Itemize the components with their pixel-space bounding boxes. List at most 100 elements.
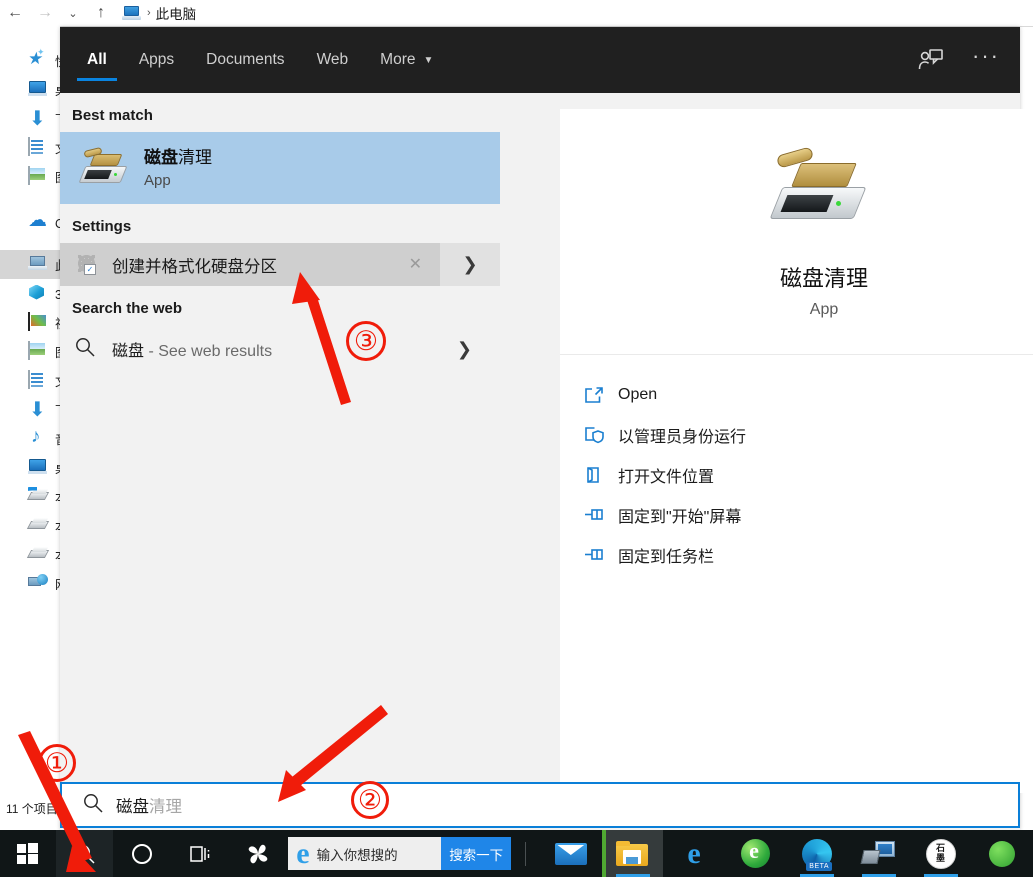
tree-item-local-disk-e[interactable]: 本地磁盘 (E:) bbox=[0, 540, 60, 569]
taskbar: e 输入你想搜的 搜索一下 e BETA 石 墨 bbox=[0, 830, 1033, 877]
tree-item-documents-2[interactable]: 文档 bbox=[0, 366, 60, 395]
ie-search-box[interactable]: e 输入你想搜的 bbox=[288, 837, 442, 870]
chevron-right-icon[interactable]: ❯ bbox=[457, 339, 472, 360]
explorer-navigation-pane[interactable]: 快速访问 桌面 下载 文档 图片 OneDrive 此电脑 bbox=[0, 32, 60, 822]
downloads-icon bbox=[28, 109, 50, 129]
tree-item-desktop[interactable]: 桌面 bbox=[0, 75, 60, 104]
taskbar-devices-app[interactable] bbox=[848, 830, 910, 877]
tree-item-local-disk-d[interactable]: 本地磁盘 (D:) bbox=[0, 511, 60, 540]
search-icon bbox=[74, 336, 104, 363]
best-match-title-rest: 清理 bbox=[178, 148, 212, 168]
cortana-icon bbox=[132, 843, 153, 864]
ie-search-placeholder: 输入你想搜的 bbox=[316, 847, 398, 863]
taskbar-green-browser-app[interactable] bbox=[725, 830, 787, 877]
web-query: 磁盘 bbox=[112, 343, 145, 360]
action-open[interactable]: Open bbox=[560, 375, 1033, 415]
taskbar-mail-app[interactable] bbox=[540, 830, 602, 877]
task-view-icon bbox=[190, 845, 210, 862]
tree-item-onedrive[interactable]: OneDrive bbox=[0, 209, 60, 238]
annotation-marker-2: ② bbox=[351, 781, 389, 819]
ie-search-button[interactable]: 搜索一下 bbox=[441, 837, 511, 870]
cortana-button[interactable] bbox=[113, 830, 171, 877]
tree-item-music[interactable]: 音乐 bbox=[0, 424, 60, 453]
action-pin-to-start[interactable]: 固定到"开始"屏幕 bbox=[560, 495, 1033, 535]
explorer-navigation-bar: ← → ⌄ ↑ › 此电脑 bbox=[0, 0, 1033, 26]
search-input[interactable]: 磁盘清理 bbox=[60, 782, 1020, 828]
tree-item-downloads[interactable]: 下载 bbox=[0, 104, 60, 133]
taskbar-green-app-edge[interactable] bbox=[971, 830, 1033, 877]
taskbar-shimo-app[interactable]: 石 墨 bbox=[910, 830, 972, 877]
tab-label: All bbox=[87, 51, 107, 68]
downloads-icon bbox=[28, 400, 50, 420]
pictures-icon bbox=[28, 340, 50, 362]
explorer-status-bar: 11 个项目 bbox=[6, 802, 58, 816]
taskbar-edge-beta-app[interactable]: BETA bbox=[786, 830, 848, 877]
action-label: 固定到"开始"屏幕 bbox=[618, 509, 742, 526]
tab-label: Apps bbox=[138, 51, 175, 68]
drive-icon bbox=[26, 545, 50, 565]
settings-item-label: 创建并格式化硬盘分区 bbox=[112, 257, 277, 276]
taskbar-search-button[interactable] bbox=[55, 830, 114, 877]
shimo-label-bottom: 墨 bbox=[936, 852, 946, 863]
tree-item-quick-access[interactable]: 快速访问 bbox=[0, 46, 60, 75]
back-button[interactable]: ← bbox=[0, 1, 30, 25]
3d-objects-icon bbox=[28, 284, 50, 304]
tree-item-downloads-2[interactable]: 下载 bbox=[0, 395, 60, 424]
annotation-marker-1: ① bbox=[38, 744, 76, 782]
web-suffix: - See web results bbox=[144, 343, 273, 360]
action-pin-to-taskbar[interactable]: 固定到任务栏 bbox=[560, 535, 1033, 575]
pinwheel-app-button[interactable] bbox=[229, 830, 289, 877]
preview-subtitle: App bbox=[809, 300, 839, 318]
annotation-marker-3: ③ bbox=[346, 321, 386, 361]
tree-item-pictures[interactable]: 图片 bbox=[0, 162, 60, 191]
preview-title: 磁盘清理 bbox=[779, 265, 868, 291]
web-result-item[interactable]: 磁盘 - See web results ❯ bbox=[60, 325, 500, 373]
settings-result-item[interactable]: ✓ 创建并格式化硬盘分区 ✕ bbox=[60, 243, 440, 286]
this-pc-icon bbox=[122, 5, 142, 21]
best-match-title: 磁盘清理 bbox=[144, 147, 212, 168]
tab-label: More bbox=[380, 51, 416, 68]
tab-apps[interactable]: Apps bbox=[123, 27, 190, 93]
recent-locations-button[interactable]: ⌄ bbox=[60, 1, 86, 25]
edge-beta-icon: BETA bbox=[802, 838, 833, 871]
breadcrumb-label: 此电脑 bbox=[155, 7, 197, 22]
this-pc-icon bbox=[28, 255, 50, 275]
tree-item-videos[interactable]: 视频 bbox=[0, 308, 60, 337]
best-match-result-item[interactable]: 磁盘清理 App bbox=[60, 132, 500, 204]
tab-more[interactable]: More ▼ bbox=[364, 27, 449, 93]
tree-item-documents[interactable]: 文档 bbox=[0, 133, 60, 162]
tree-item-3d-objects[interactable]: 3D 对象 bbox=[0, 279, 60, 308]
settings-result-row: ✓ 创建并格式化硬盘分区 ✕ ❯ bbox=[60, 243, 500, 286]
action-label: 以管理员身份运行 bbox=[618, 429, 747, 446]
up-button[interactable]: ↑ bbox=[86, 1, 116, 25]
breadcrumb-separator: › bbox=[147, 7, 151, 19]
breadcrumb[interactable]: › 此电脑 bbox=[116, 1, 196, 25]
start-button[interactable] bbox=[0, 830, 56, 877]
forward-button[interactable]: → bbox=[30, 1, 60, 25]
tree-item-network[interactable]: 网络 bbox=[0, 569, 60, 598]
action-run-as-admin[interactable]: 以管理员身份运行 bbox=[560, 415, 1033, 455]
task-view-button[interactable] bbox=[171, 830, 229, 877]
action-open-file-location[interactable]: 打开文件位置 bbox=[560, 455, 1033, 495]
tree-item-desktop-2[interactable]: 桌面 bbox=[0, 453, 60, 482]
tab-web[interactable]: Web bbox=[301, 27, 365, 93]
taskbar-edge-legacy-app[interactable]: e bbox=[663, 830, 725, 877]
windows-drive-icon bbox=[26, 486, 50, 507]
feedback-icon[interactable] bbox=[918, 48, 944, 72]
close-icon[interactable]: ✕ bbox=[409, 256, 422, 273]
tree-item-pictures-2[interactable]: 图片 bbox=[0, 337, 60, 366]
preview-hero: 磁盘清理 App bbox=[560, 109, 1033, 355]
tree-item-local-disk-c[interactable]: 本地磁盘 (C:) bbox=[0, 482, 60, 511]
desktop-icon bbox=[28, 458, 50, 478]
chevron-right-icon[interactable]: ❯ bbox=[440, 243, 500, 286]
tab-all[interactable]: All bbox=[71, 27, 123, 93]
drive-icon bbox=[26, 516, 50, 536]
chevron-down-icon: ▼ bbox=[423, 54, 434, 66]
search-input-text: 磁盘清理 bbox=[116, 793, 182, 817]
taskbar-file-explorer-app[interactable] bbox=[601, 830, 664, 877]
disk-cleanup-icon bbox=[78, 146, 130, 190]
more-options-icon[interactable]: ··· bbox=[966, 44, 1006, 76]
onedrive-icon bbox=[28, 214, 50, 234]
tab-documents[interactable]: Documents bbox=[190, 27, 300, 93]
tree-item-this-pc[interactable]: 此电脑 bbox=[0, 250, 60, 279]
